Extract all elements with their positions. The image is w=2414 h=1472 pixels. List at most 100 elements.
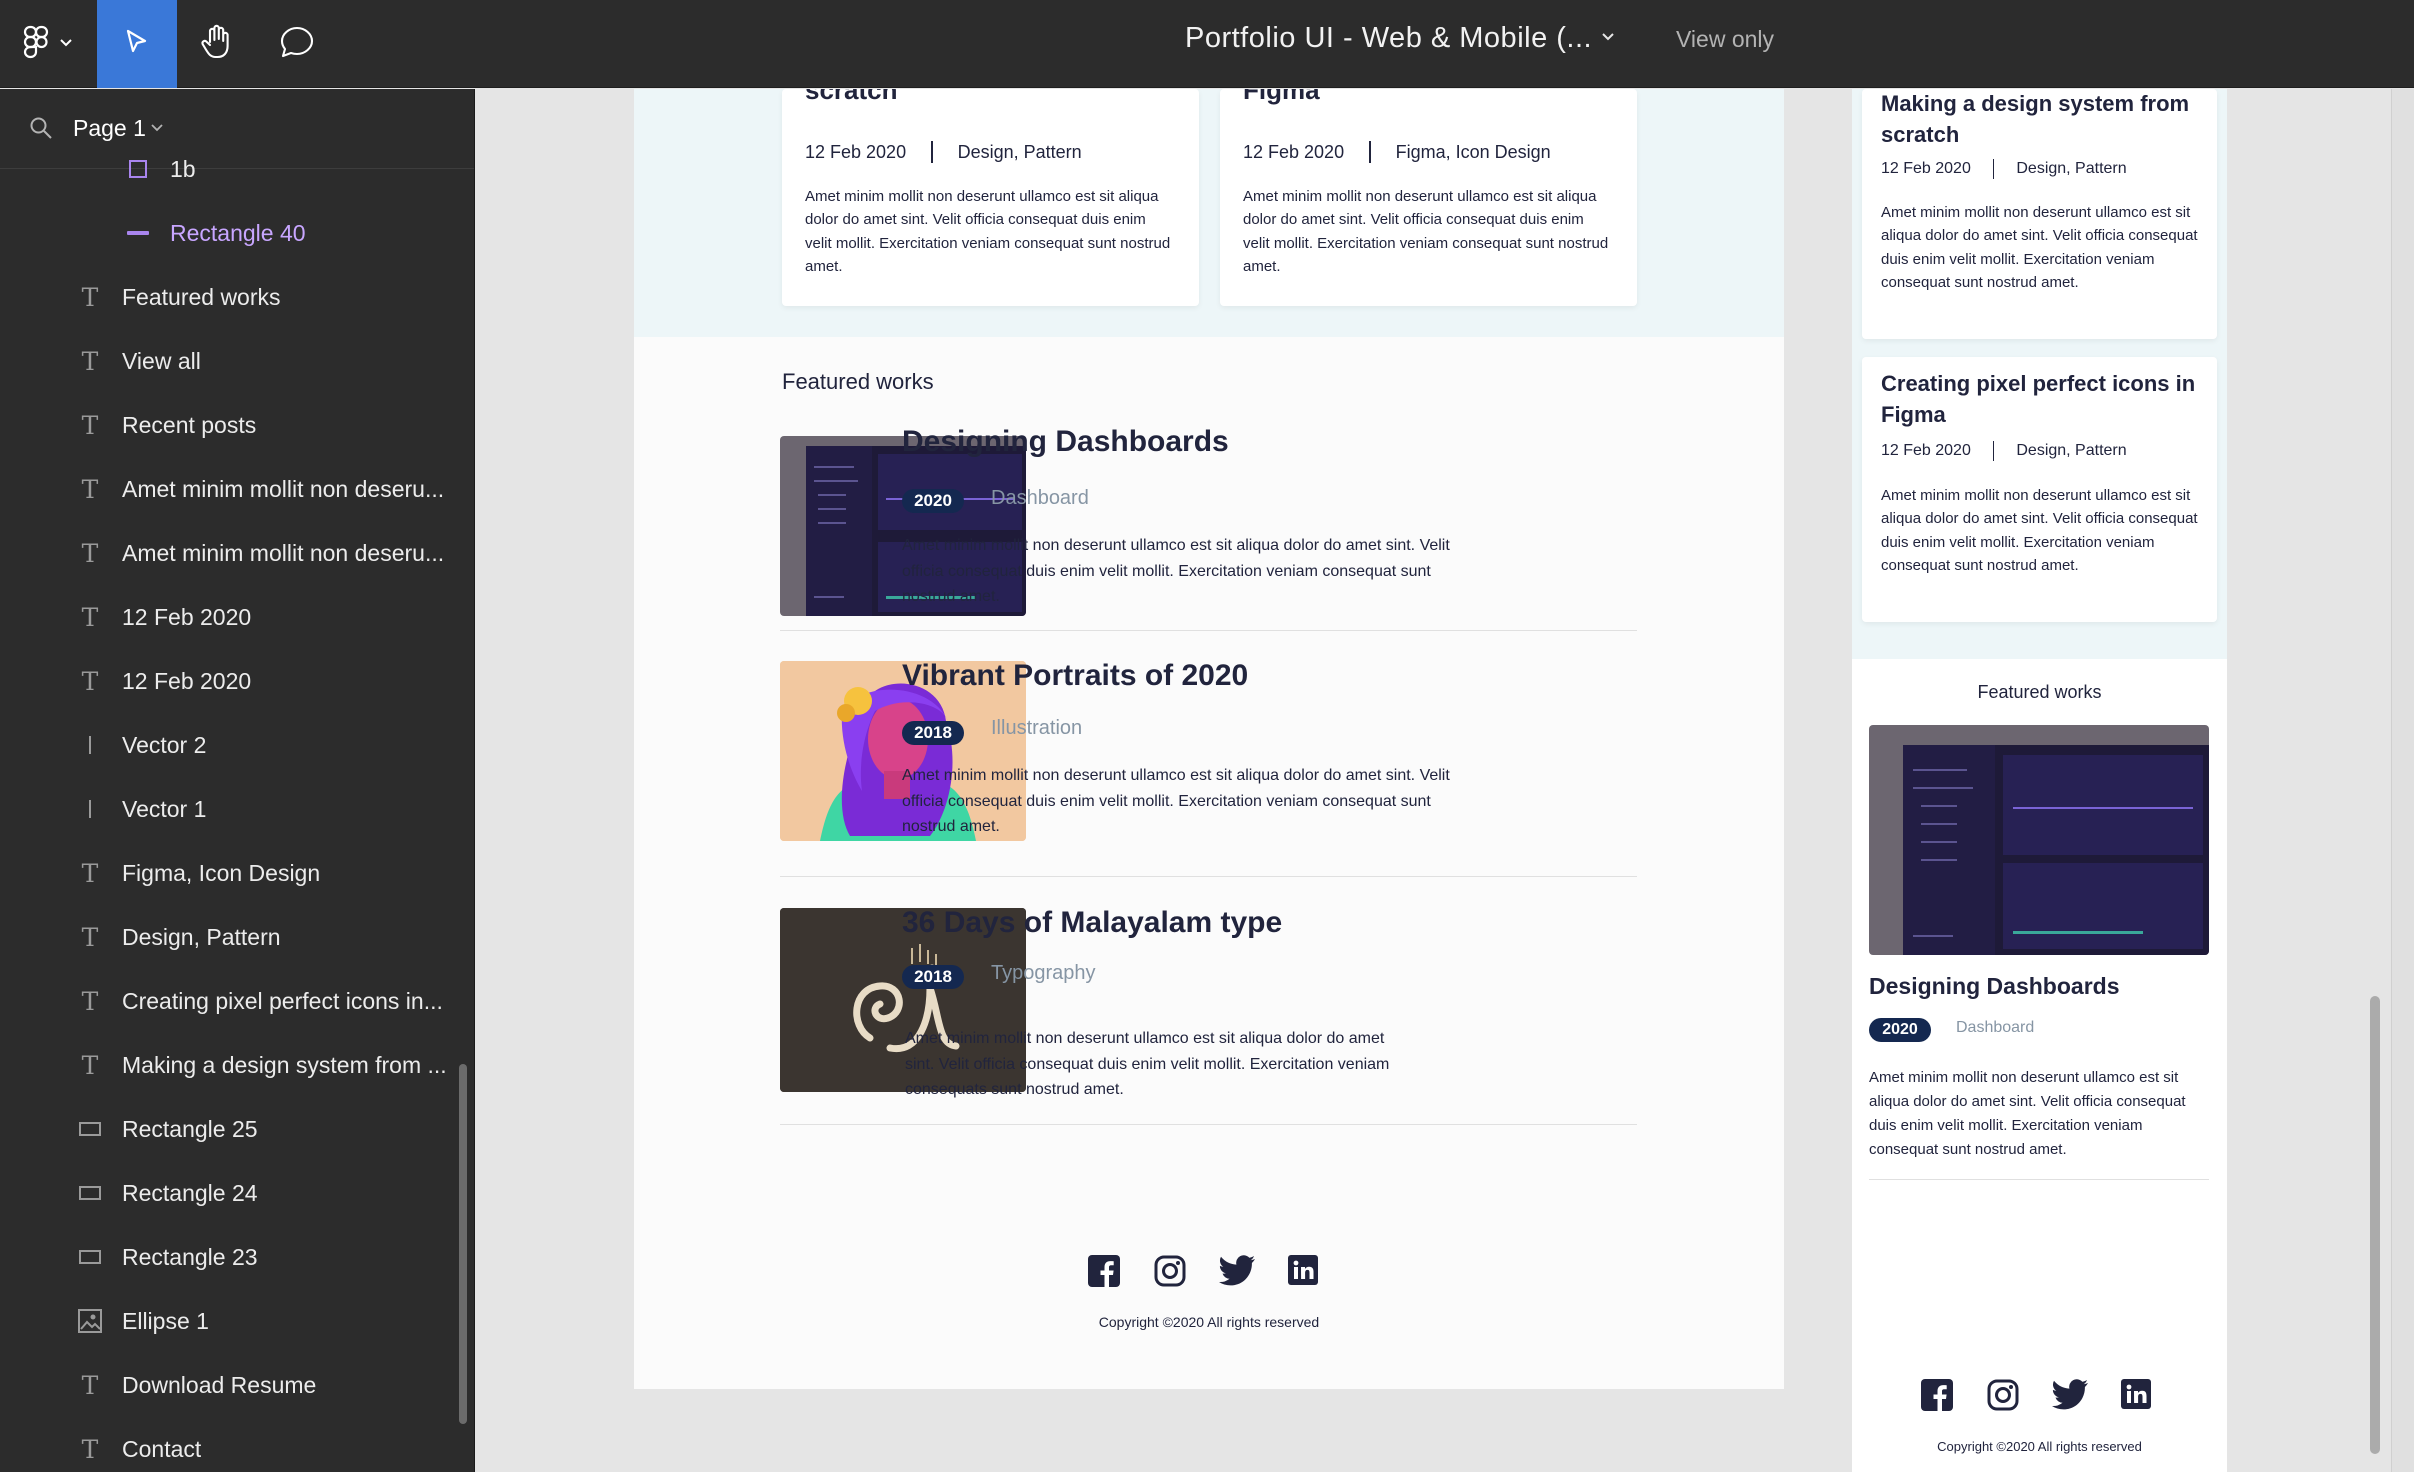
hand-tool-button[interactable] bbox=[177, 0, 257, 88]
instagram-icon[interactable] bbox=[1154, 1255, 1186, 1292]
canvas[interactable]: scratch 12 Feb 2020 Design, Pattern Amet… bbox=[476, 89, 2414, 1472]
work-description: Amet minim mollit non deserunt ullamco e… bbox=[1869, 1069, 2186, 1158]
social-links bbox=[1921, 1379, 2151, 1416]
chevron-down-icon[interactable] bbox=[150, 120, 164, 138]
post-date: 12 Feb 2020 bbox=[805, 141, 907, 162]
layer-name: Vector 1 bbox=[122, 795, 207, 822]
text-icon: T bbox=[81, 538, 99, 568]
year-badge: 2020 bbox=[902, 489, 964, 513]
layer-row[interactable]: T Recent posts bbox=[0, 395, 460, 455]
layer-name: Contact bbox=[122, 1435, 202, 1462]
post-card[interactable]: Making a design system from scratch 12 F… bbox=[1862, 89, 2217, 339]
post-date: 12 Feb 2020 bbox=[1881, 160, 1971, 177]
work-description: Amet minim mollit non deserunt ullamco e… bbox=[902, 537, 1450, 606]
comment-tool-button[interactable] bbox=[257, 0, 337, 88]
desktop-frame[interactable]: scratch 12 Feb 2020 Design, Pattern Amet… bbox=[634, 89, 1784, 1389]
layer-row[interactable]: Vector 1 bbox=[0, 779, 460, 839]
year-badge: 2018 bbox=[902, 721, 964, 745]
meta-divider bbox=[1992, 159, 1995, 179]
layer-row[interactable]: T Amet minim mollit non deseru... bbox=[0, 459, 460, 519]
meta-divider bbox=[1369, 141, 1371, 163]
post-card[interactable]: scratch 12 Feb 2020 Design, Pattern Amet… bbox=[782, 89, 1199, 306]
layers-scrollbar[interactable] bbox=[459, 1064, 467, 1424]
document-title[interactable]: Portfolio UI - Web & Mobile (... bbox=[1185, 22, 1592, 55]
right-panel-edge bbox=[2391, 89, 2414, 1472]
layer-name: Vector 2 bbox=[122, 731, 207, 758]
vector-line-icon bbox=[76, 795, 104, 823]
dashboard-screen bbox=[1903, 745, 2209, 955]
twitter-icon[interactable] bbox=[2051, 1379, 2089, 1416]
layer-row[interactable]: T 12 Feb 2020 bbox=[0, 587, 460, 647]
copyright-text: Copyright ©2020 All rights reserved bbox=[1098, 1314, 1320, 1330]
layer-row[interactable]: T Download Resume bbox=[0, 1355, 460, 1415]
text-icon: T bbox=[81, 922, 99, 952]
main-menu-button[interactable] bbox=[0, 0, 96, 88]
text-icon: T bbox=[81, 858, 99, 888]
linkedin-icon[interactable] bbox=[1288, 1255, 1318, 1292]
post-card[interactable]: Creating pixel perfect icons in Figma 12… bbox=[1862, 357, 2217, 622]
layer-row[interactable]: Rectangle 23 bbox=[0, 1227, 460, 1287]
layer-name: Download Resume bbox=[122, 1371, 317, 1398]
layer-row[interactable]: Ellipse 1 bbox=[0, 1291, 460, 1351]
layer-row[interactable]: Rectangle 24 bbox=[0, 1163, 460, 1223]
rectangle-icon bbox=[76, 1243, 104, 1271]
copyright-text: Copyright ©2020 All rights reserved bbox=[1937, 1439, 2142, 1454]
text-icon: T bbox=[81, 1050, 99, 1080]
hand-icon bbox=[200, 24, 234, 65]
layer-row[interactable]: Vector 2 bbox=[0, 715, 460, 775]
layer-name: Featured works bbox=[122, 283, 281, 310]
facebook-icon[interactable] bbox=[1921, 1379, 1953, 1416]
move-tool-button[interactable] bbox=[97, 0, 177, 88]
chevron-down-icon bbox=[59, 35, 73, 53]
layer-row[interactable]: T Featured works bbox=[0, 267, 460, 327]
layer-row[interactable]: T Figma, Icon Design bbox=[0, 843, 460, 903]
work-category: Illustration bbox=[991, 717, 1083, 739]
layer-name: Recent posts bbox=[122, 411, 257, 438]
layer-row[interactable]: Rectangle 25 bbox=[0, 1099, 460, 1159]
text-icon: T bbox=[81, 474, 99, 504]
page-name[interactable]: Page 1 bbox=[73, 115, 146, 142]
layer-row[interactable]: T Creating pixel perfect icons in... bbox=[0, 971, 460, 1031]
layer-name: Amet minim mollit non deseru... bbox=[122, 475, 445, 502]
comment-bubble-icon bbox=[279, 25, 315, 64]
year-badge: 2020 bbox=[1869, 1018, 1931, 1042]
layer-row[interactable]: 1b bbox=[0, 139, 460, 199]
post-tags: Design, Pattern bbox=[2016, 160, 2127, 177]
layer-name: Design, Pattern bbox=[122, 923, 281, 950]
rectangle-icon bbox=[76, 1115, 104, 1143]
mobile-frame[interactable]: Making a design system from scratch 12 F… bbox=[1852, 89, 2227, 1472]
layer-name: View all bbox=[122, 347, 201, 374]
facebook-icon[interactable] bbox=[1088, 1255, 1120, 1292]
layer-row[interactable]: T Design, Pattern bbox=[0, 907, 460, 967]
year-badge: 2018 bbox=[902, 965, 964, 989]
post-title: scratch bbox=[805, 89, 898, 105]
post-meta: 12 Feb 2020 Figma, Icon Design bbox=[1243, 141, 1551, 163]
layer-row[interactable]: T Amet minim mollit non deseru... bbox=[0, 523, 460, 583]
divider bbox=[780, 630, 1637, 631]
twitter-icon[interactable] bbox=[1218, 1255, 1256, 1292]
document-menu-chevron-icon[interactable] bbox=[1600, 30, 1616, 48]
post-date: 12 Feb 2020 bbox=[1243, 141, 1345, 162]
layer-row[interactable]: T Contact bbox=[0, 1419, 460, 1472]
layer-row[interactable]: Rectangle 40 bbox=[0, 203, 460, 263]
layer-row[interactable]: T Making a design system from ... bbox=[0, 1035, 460, 1095]
instagram-icon[interactable] bbox=[1987, 1379, 2019, 1416]
post-card[interactable]: Figma 12 Feb 2020 Figma, Icon Design Ame… bbox=[1220, 89, 1637, 306]
layer-name: Creating pixel perfect icons in... bbox=[122, 987, 443, 1014]
text-icon: T bbox=[81, 602, 99, 632]
work-category: Typography bbox=[991, 962, 1096, 984]
text-icon: T bbox=[81, 666, 99, 696]
post-tags: Design, Pattern bbox=[2016, 442, 2127, 459]
social-links bbox=[1088, 1255, 1318, 1292]
layer-name: 12 Feb 2020 bbox=[122, 603, 252, 630]
post-title: Figma bbox=[1243, 89, 1320, 105]
post-excerpt: Amet minim mollit non deserunt ullamco e… bbox=[805, 188, 1171, 275]
canvas-scrollbar[interactable] bbox=[2370, 996, 2380, 1454]
post-meta: 12 Feb 2020 Design, Pattern bbox=[1881, 441, 2127, 461]
layer-row[interactable]: T View all bbox=[0, 331, 460, 391]
cursor-arrow-icon bbox=[122, 27, 152, 62]
linkedin-icon[interactable] bbox=[2121, 1379, 2151, 1416]
line-icon bbox=[124, 219, 152, 247]
layer-row[interactable]: T 12 Feb 2020 bbox=[0, 651, 460, 711]
post-excerpt: Amet minim mollit non deserunt ullamco e… bbox=[1881, 487, 2198, 574]
